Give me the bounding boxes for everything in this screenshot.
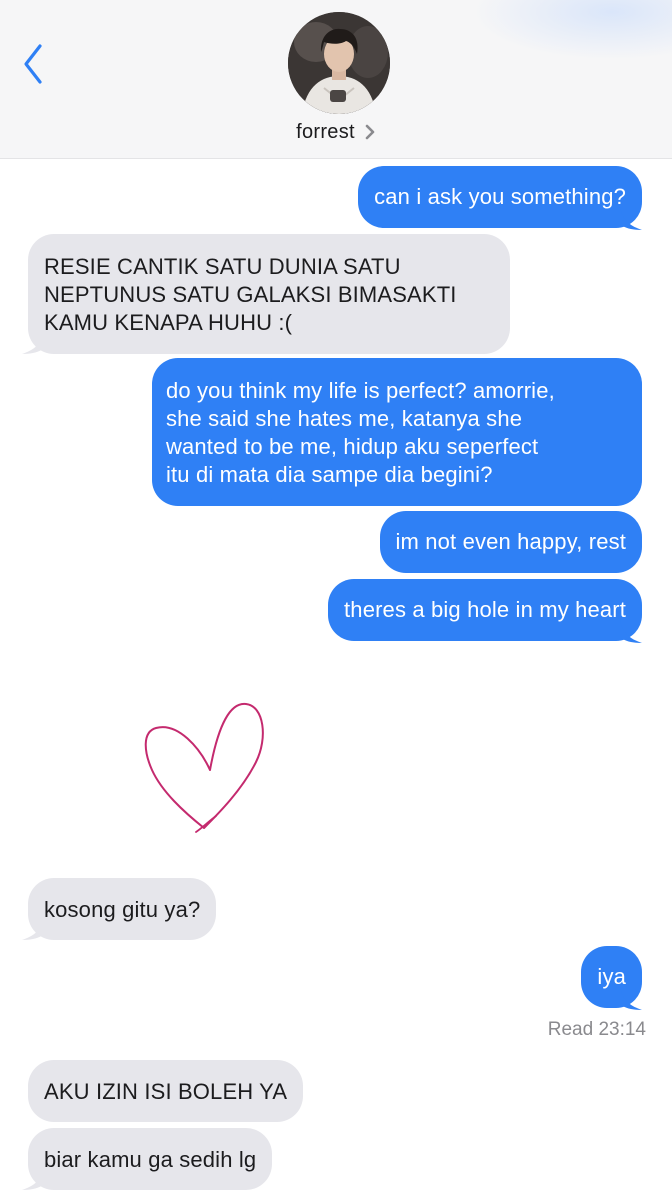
- avatar-photo: [288, 12, 390, 114]
- read-time: 23:14: [598, 1019, 646, 1040]
- message-bubble-sent[interactable]: do you think my life is perfect? amorrie…: [152, 358, 642, 506]
- bubble-tail-sent: [620, 986, 642, 1010]
- message-text: biar kamu ga sedih lg: [44, 1147, 257, 1172]
- read-receipt: Read 23:14: [548, 1019, 646, 1041]
- bubble-tail-received: [22, 330, 44, 354]
- contact-name: forrest: [296, 120, 355, 143]
- contact-avatar[interactable]: [288, 12, 390, 114]
- bubble-tail-received: [22, 916, 44, 940]
- message-text-line: RESIE CANTIK SATU DUNIA SATU: [44, 254, 401, 279]
- bubble-tail-sent: [620, 206, 642, 230]
- message-text-line: she said she hates me, katanya she: [166, 406, 523, 431]
- message-bubble-sent[interactable]: can i ask you something?: [358, 166, 642, 228]
- read-label: Read: [547, 1019, 594, 1040]
- message-text-line: NEPTUNUS SATU GALAKSI BIMASAKTI: [44, 282, 457, 307]
- message-bubble-received[interactable]: RESIE CANTIK SATU DUNIA SATU NEPTUNUS SA…: [28, 234, 510, 354]
- message-text-line: itu di mata dia sampe dia begini?: [166, 462, 493, 487]
- message-text: can i ask you something?: [374, 184, 626, 209]
- message-bubble-received[interactable]: AKU IZIN ISI BOLEH YA: [28, 1060, 304, 1122]
- message-text: AKU IZIN ISI BOLEH YA: [44, 1079, 288, 1104]
- back-button[interactable]: [16, 40, 56, 88]
- message-text: im not even happy, rest: [395, 529, 626, 554]
- message-bubble-received[interactable]: kosong gitu ya?: [28, 878, 217, 940]
- message-text: kosong gitu ya?: [44, 897, 201, 922]
- message-text: theres a big hole in my heart: [344, 597, 626, 622]
- message-bubble-sent[interactable]: im not even happy, rest: [379, 511, 642, 573]
- bubble-tail-received: [22, 1166, 44, 1190]
- conversation-header: forrest: [0, 0, 672, 159]
- heart-icon[interactable]: [138, 700, 272, 840]
- header-glow: [472, 0, 672, 60]
- message-bubble-received[interactable]: biar kamu ga sedih lg: [28, 1128, 273, 1190]
- chevron-left-icon: [24, 44, 42, 84]
- bubble-tail-sent: [620, 619, 642, 643]
- message-text-line: do you think my life is perfect? amorrie…: [166, 378, 555, 403]
- message-text-line: KAMU KENAPA HUHU :(: [44, 310, 293, 335]
- contact-name-row[interactable]: forrest: [0, 118, 672, 146]
- chevron-right-icon: [365, 124, 375, 140]
- message-text-line: wanted to be me, hidup aku seperfect: [166, 434, 539, 459]
- message-bubble-sent[interactable]: theres a big hole in my heart: [328, 579, 642, 641]
